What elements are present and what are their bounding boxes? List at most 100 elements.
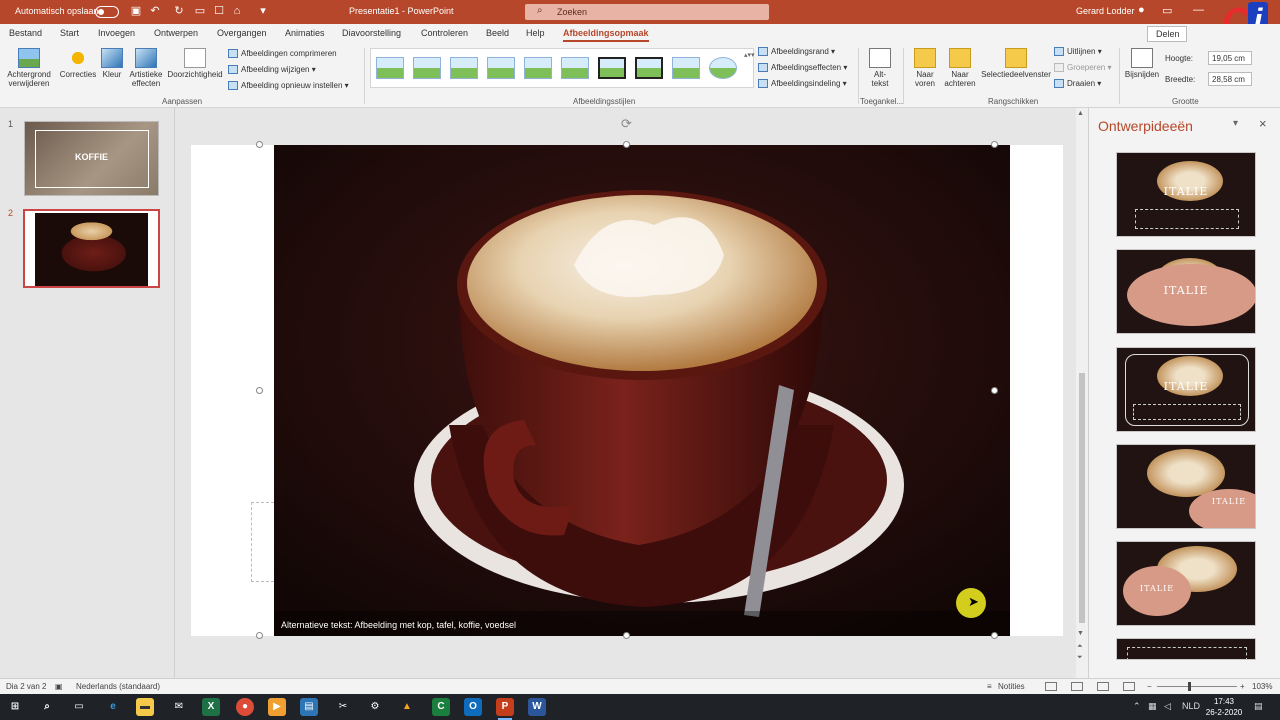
save-icon[interactable]: ▣ <box>129 4 143 18</box>
group-button[interactable]: Groeperen ▾ <box>1054 63 1112 72</box>
tray-chevron-icon[interactable]: ⌃ <box>1133 701 1141 712</box>
scroll-down-icon[interactable]: ▼ <box>1077 630 1084 637</box>
network-icon[interactable]: ▦ <box>1148 701 1157 712</box>
input-language[interactable]: NLD <box>1182 701 1200 711</box>
tab-start[interactable]: Start <box>60 28 79 38</box>
share-button[interactable]: Delen <box>1147 26 1187 42</box>
bring-forward-button[interactable]: Naar voren <box>908 48 942 88</box>
customize-qat-icon[interactable]: ▾ <box>256 4 270 18</box>
previous-slide-icon[interactable]: ⏶ <box>1077 643 1083 651</box>
tab-animaties[interactable]: Animaties <box>285 28 325 38</box>
slide-thumbnail-2[interactable] <box>23 209 160 288</box>
resize-handle-sw[interactable] <box>256 632 263 639</box>
coffee-photo[interactable]: Alternatieve tekst: Afbeelding met kop, … <box>274 145 1010 636</box>
zoom-level[interactable]: 103% <box>1252 682 1272 691</box>
autosave-toggle[interactable] <box>95 6 119 18</box>
close-icon[interactable]: × <box>1259 116 1267 131</box>
camtasia-icon[interactable]: C <box>432 698 450 716</box>
notification-icon[interactable]: ▤ <box>1254 701 1263 712</box>
notes-button[interactable]: Notities <box>998 682 1025 691</box>
redo-icon[interactable]: ↻ <box>172 4 186 18</box>
slide-thumbnail-1[interactable]: KOFFIE <box>24 121 159 196</box>
search-box[interactable]: ⌕ Zoeken <box>525 4 769 20</box>
pane-options-icon[interactable]: ▾ <box>1233 118 1238 129</box>
zoom-slider-knob[interactable] <box>1188 682 1191 691</box>
zoom-slider[interactable] <box>1157 686 1237 687</box>
powerpoint-icon[interactable]: P <box>496 698 514 720</box>
picture-style-7[interactable] <box>598 57 626 79</box>
volume-icon[interactable]: ◁ <box>1164 701 1171 712</box>
design-idea-6[interactable] <box>1116 638 1256 660</box>
design-idea-1[interactable]: ITALIE <box>1116 152 1256 237</box>
tab-overgangen[interactable]: Overgangen <box>217 28 267 38</box>
align-button[interactable]: Uitlijnen ▾ <box>1054 47 1102 56</box>
picture-layout-button[interactable]: Afbeeldingsindeling ▾ <box>758 79 847 88</box>
picture-style-4[interactable] <box>487 57 515 79</box>
design-idea-2[interactable]: ITALIE <box>1116 249 1256 334</box>
tab-controleren[interactable]: Controleren <box>421 28 468 38</box>
explorer-icon[interactable]: ▬ <box>136 698 154 716</box>
slide-sorter-icon[interactable] <box>1071 682 1083 691</box>
compress-pictures-button[interactable]: Afbeeldingen comprimeren <box>228 49 337 58</box>
ribbon-display-icon[interactable]: ▭ <box>1162 4 1172 17</box>
resize-handle-s[interactable] <box>623 632 630 639</box>
vertical-scrollbar[interactable]: ▲ ▼ ⏶ ⏷ <box>1076 108 1088 678</box>
color-button[interactable]: Kleur <box>100 48 124 79</box>
resize-handle-ne[interactable] <box>991 141 998 148</box>
format-painter-icon[interactable]: ⌂ <box>230 4 244 18</box>
artistic-effects-button[interactable]: Artistieke effecten <box>126 48 166 88</box>
gallery-more-icon[interactable]: ▴▾▾ <box>744 51 755 59</box>
mail-icon[interactable]: ✉ <box>170 698 188 716</box>
tab-ontwerpen[interactable]: Ontwerpen <box>154 28 198 38</box>
slideshow-view-icon[interactable] <box>1123 682 1135 691</box>
picture-style-1[interactable] <box>376 57 404 79</box>
selection-pane-button[interactable]: Selectiedeelvenster <box>980 48 1052 79</box>
normal-view-icon[interactable] <box>1045 682 1057 691</box>
word-icon[interactable]: W <box>528 698 546 716</box>
outlook-icon[interactable]: O <box>464 698 482 716</box>
picture-style-8[interactable] <box>635 57 663 79</box>
tab-beeld[interactable]: Beeld <box>486 28 509 38</box>
snip-icon[interactable]: ✂ <box>334 698 352 716</box>
transparency-button[interactable]: Doorzichtigheid <box>166 48 224 79</box>
corrections-button[interactable]: Correcties <box>58 48 98 79</box>
minimize-icon[interactable]: — <box>1193 4 1204 16</box>
zoom-in-icon[interactable]: + <box>1240 682 1245 691</box>
reading-view-icon[interactable] <box>1097 682 1109 691</box>
present-icon[interactable]: ▭ <box>193 4 207 18</box>
tab-bestand[interactable]: Bestand <box>9 28 42 38</box>
edge-icon[interactable]: e <box>104 698 122 716</box>
tab-invoegen[interactable]: Invoegen <box>98 28 135 38</box>
search-taskbar-icon[interactable]: ⌕ <box>38 698 56 716</box>
avatar[interactable]: ● <box>1138 4 1145 16</box>
design-idea-4[interactable]: ITALIE <box>1116 444 1256 529</box>
app-icon[interactable]: ▲ <box>398 698 416 716</box>
tab-diavoorstelling[interactable]: Diavoorstelling <box>342 28 401 38</box>
slide[interactable]: Alternatieve tekst: Afbeelding met kop, … <box>191 145 1063 636</box>
next-slide-icon[interactable]: ⏷ <box>1077 654 1083 662</box>
reset-picture-button[interactable]: Afbeelding opnieuw instellen ▾ <box>228 81 349 90</box>
taskbar-clock[interactable]: 17:43 26-2-2020 <box>1205 696 1243 718</box>
resize-handle-w[interactable] <box>256 387 263 394</box>
picture-style-9[interactable] <box>672 57 700 79</box>
picture-effects-button[interactable]: Afbeeldingseffecten ▾ <box>758 63 847 72</box>
resize-handle-n[interactable] <box>623 141 630 148</box>
picture-style-6[interactable] <box>561 57 589 79</box>
settings-icon[interactable]: ⚙ <box>366 698 384 716</box>
design-idea-5[interactable]: ITALIE <box>1116 541 1256 626</box>
spellcheck-icon[interactable]: ▣ <box>55 682 63 691</box>
rotate-button[interactable]: Draaien ▾ <box>1054 79 1101 88</box>
start-icon[interactable]: ⊞ <box>6 698 24 716</box>
tab-afbeeldingsopmaak[interactable]: Afbeeldingsopmaak <box>563 28 649 42</box>
media-player-icon[interactable]: ▶ <box>268 698 286 716</box>
alt-text-button[interactable]: Alt-tekst <box>866 48 894 88</box>
resize-handle-nw[interactable] <box>256 141 263 148</box>
picture-style-10[interactable] <box>709 57 737 79</box>
picture-style-3[interactable] <box>450 57 478 79</box>
scrollbar-thumb[interactable] <box>1079 373 1085 623</box>
picture-style-2[interactable] <box>413 57 441 79</box>
user-name[interactable]: Gerard Lodder <box>1076 6 1135 16</box>
resize-handle-se[interactable] <box>991 632 998 639</box>
change-picture-button[interactable]: Afbeelding wijzigen ▾ <box>228 65 316 74</box>
zoom-out-icon[interactable]: − <box>1147 682 1152 691</box>
